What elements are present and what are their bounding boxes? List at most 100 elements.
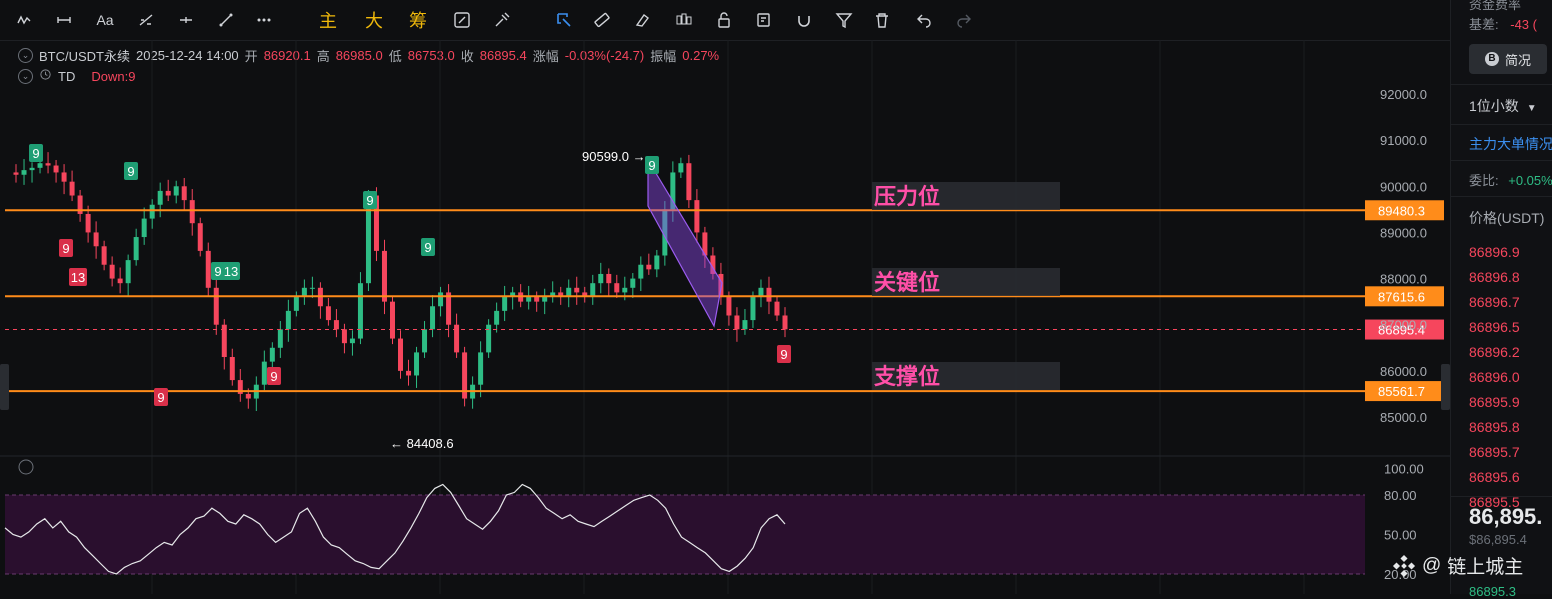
candle-body bbox=[646, 264, 652, 270]
candle-body bbox=[694, 200, 700, 233]
price-tick-label: 88000.0 bbox=[1380, 272, 1427, 287]
price-chart[interactable]: 100.0080.0050.0020.00 压力位89480.3关键位87615… bbox=[0, 40, 1450, 594]
lock-icon[interactable] bbox=[712, 8, 736, 32]
ask-price[interactable]: 86896.7 bbox=[1469, 294, 1520, 310]
candle-body bbox=[654, 255, 660, 270]
divider bbox=[1451, 196, 1552, 197]
candle-body bbox=[357, 283, 363, 339]
ratio-row: 委比: +0.05% bbox=[1469, 170, 1552, 189]
ray-icon[interactable] bbox=[174, 8, 198, 32]
measure-icon[interactable] bbox=[214, 8, 238, 32]
left-panel-handle[interactable] bbox=[0, 364, 9, 410]
horizontal-line-icon[interactable] bbox=[52, 8, 76, 32]
td-marker-text: 9 bbox=[32, 146, 39, 161]
text-icon[interactable]: Aa bbox=[92, 8, 118, 32]
watermark-at: @ bbox=[1422, 554, 1442, 576]
big-orders-link[interactable]: 主力大单情况 bbox=[1469, 134, 1552, 154]
rsi-band bbox=[5, 495, 1365, 574]
snapshot-icon[interactable] bbox=[450, 8, 474, 32]
candle-body bbox=[486, 324, 492, 353]
td-marker-text: 9 bbox=[127, 164, 134, 179]
price-tick-label: 86000.0 bbox=[1380, 364, 1427, 379]
candle-body bbox=[197, 223, 203, 251]
ask-price[interactable]: 86895.8 bbox=[1469, 419, 1520, 435]
rsi-tick-label: 100.00 bbox=[1384, 462, 1424, 477]
candle-body bbox=[141, 218, 147, 238]
candle-body bbox=[181, 186, 187, 201]
funding-label: 资金费率 bbox=[1469, 0, 1522, 12]
candle-body bbox=[109, 264, 115, 279]
binance-icon: B bbox=[1484, 52, 1499, 66]
fib-icon[interactable] bbox=[134, 8, 158, 32]
candle-body bbox=[406, 370, 412, 376]
candle-body bbox=[69, 181, 75, 196]
watermark-text: 链上城主 bbox=[1447, 557, 1524, 578]
price-tick-label: 90000.0 bbox=[1380, 179, 1427, 194]
candle-body bbox=[61, 172, 67, 182]
trend-line-icon[interactable] bbox=[12, 8, 36, 32]
decimals-label: 1位小数 bbox=[1469, 98, 1519, 114]
parallel-channel bbox=[647, 157, 723, 328]
candle-body bbox=[734, 315, 740, 330]
ask-price[interactable]: 86895.7 bbox=[1469, 444, 1520, 460]
redo-icon[interactable] bbox=[952, 8, 976, 32]
ruler-icon[interactable] bbox=[590, 8, 614, 32]
candle-body bbox=[454, 324, 460, 353]
eraser-icon[interactable] bbox=[630, 8, 654, 32]
ask-price[interactable]: 86896.0 bbox=[1469, 369, 1520, 385]
candle-body bbox=[478, 352, 484, 385]
notes-icon[interactable] bbox=[752, 8, 776, 32]
profile-button[interactable]: B 简况 bbox=[1469, 44, 1547, 74]
ask-price[interactable]: 86896.9 bbox=[1469, 244, 1520, 260]
right-panel-handle[interactable] bbox=[1441, 364, 1450, 410]
td-marker-text: 9 bbox=[366, 193, 373, 208]
level-label: 支撑位 bbox=[874, 364, 940, 389]
td-marker-text: 9 bbox=[62, 241, 69, 256]
candles-icon[interactable] bbox=[672, 8, 696, 32]
chevron-down-icon: ▼ bbox=[1526, 103, 1537, 114]
candle-body bbox=[277, 329, 283, 348]
decimals-select[interactable]: 1位小数 ▼ bbox=[1469, 96, 1537, 116]
candle-body bbox=[285, 310, 291, 330]
more-icon[interactable] bbox=[252, 8, 276, 32]
divider bbox=[1451, 160, 1552, 161]
candle-body bbox=[630, 278, 636, 288]
big-order-button[interactable]: 大 bbox=[362, 8, 386, 32]
td-marker-text: 9 bbox=[424, 240, 431, 255]
ask-price[interactable]: 86896.8 bbox=[1469, 269, 1520, 285]
undo-icon[interactable] bbox=[912, 8, 936, 32]
candle-body bbox=[133, 237, 139, 261]
ask-price[interactable]: 86896.2 bbox=[1469, 344, 1520, 360]
order-book-sidebar: 资金费率 基差: -43 ( B 简况 1位小数 ▼ 主力大单情况 委比: +0… bbox=[1450, 0, 1552, 599]
main-force-button[interactable]: 主 bbox=[316, 8, 340, 32]
level-label: 压力位 bbox=[874, 184, 940, 209]
candle-body bbox=[349, 338, 355, 344]
magnet-icon[interactable] bbox=[792, 8, 816, 32]
brush-icon[interactable] bbox=[490, 8, 514, 32]
candle-body bbox=[269, 347, 275, 362]
basis-label: 基差: bbox=[1469, 17, 1499, 32]
candle-body bbox=[53, 165, 59, 173]
td-marker-text: 13 bbox=[71, 270, 85, 285]
ask-price[interactable]: 86895.6 bbox=[1469, 469, 1520, 485]
candle-body bbox=[13, 172, 19, 175]
drawing-toolbar: Aa 主 大 筹 bbox=[0, 0, 1450, 41]
low-marker-label: ← 84408.6 bbox=[390, 436, 454, 451]
filter-icon[interactable] bbox=[832, 8, 856, 32]
candles bbox=[13, 152, 788, 412]
high-marker-label: 90599.0 → bbox=[582, 149, 646, 164]
divider bbox=[1451, 496, 1552, 497]
trash-icon[interactable] bbox=[870, 8, 894, 32]
level-price-text: 87615.6 bbox=[1378, 289, 1425, 304]
chips-button[interactable]: 筹 bbox=[406, 8, 430, 32]
candle-body bbox=[125, 260, 131, 284]
cursor-icon[interactable] bbox=[552, 8, 576, 32]
ask-price[interactable]: 86895.9 bbox=[1469, 394, 1520, 410]
candle-body bbox=[598, 273, 604, 284]
candle-body bbox=[149, 204, 155, 219]
candle-body bbox=[750, 297, 756, 321]
ask-price[interactable]: 86896.5 bbox=[1469, 319, 1520, 335]
candle-body bbox=[438, 292, 444, 307]
profile-button-label: 简况 bbox=[1504, 52, 1531, 68]
candle-body bbox=[341, 329, 347, 344]
